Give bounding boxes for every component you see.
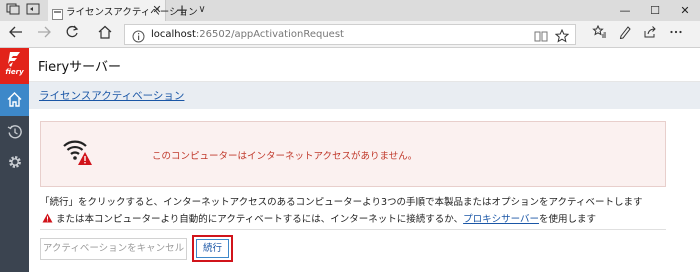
browser-tab[interactable]: ライセンスアクティベーション ✕ [48, 0, 198, 21]
back-arrow-icon[interactable] [6, 25, 26, 45]
pen-notes-icon[interactable] [615, 25, 635, 45]
address-bar[interactable]: localhost:26502/appActivationRequest [124, 24, 576, 45]
new-tab-button[interactable]: + [174, 1, 190, 19]
minimize-button[interactable]: — [610, 0, 640, 21]
divider [40, 229, 666, 230]
reading-view-icon[interactable] [534, 28, 548, 42]
alert-message: このコンピューターはインターネットアクセスがありません。 [152, 151, 418, 162]
proxy-instruction-text: または本コンピューターより自動的にアクティベートするには、インターネットに接続す… [42, 211, 596, 225]
proxy-server-link[interactable]: プロキシサーバー [463, 214, 539, 225]
url-text: localhost:26502/appActivationRequest [151, 29, 344, 40]
browser-nav-bar: localhost:26502/appActivationRequest [0, 21, 700, 48]
browser-tab-strip: ライセンスアクティベーション ✕ + ∨ — ☐ ✕ [0, 0, 700, 21]
forward-arrow-icon[interactable] [34, 25, 54, 45]
favorite-star-icon[interactable] [554, 28, 570, 43]
fiery-logo: fiery [0, 48, 29, 84]
close-window-button[interactable]: ✕ [670, 0, 700, 21]
history-icon [7, 125, 22, 139]
tab-actions-icon[interactable] [4, 3, 22, 18]
home-icon [7, 92, 22, 107]
proxy-text-before: または本コンピューターより自動的にアクティベートするには、インターネットに接続す… [56, 214, 464, 225]
refresh-icon[interactable] [62, 25, 82, 45]
wifi-warning-icon [63, 138, 93, 166]
breadcrumb: ライセンスアクティベーション [29, 82, 700, 109]
app-sidebar: fiery [0, 48, 29, 272]
maximize-button[interactable]: ☐ [640, 0, 670, 21]
proxy-text-after: を使用します [538, 214, 596, 225]
favorites-hub-icon[interactable] [589, 24, 609, 45]
sidebar-item-home[interactable] [0, 84, 29, 116]
page-title: Fieryサーバー [38, 60, 122, 75]
tab-close-icon[interactable]: ✕ [150, 3, 164, 17]
brand-name: fiery [5, 68, 24, 76]
cancel-activation-button[interactable]: アクティベーションをキャンセル [40, 238, 187, 260]
page-favicon-icon [52, 5, 63, 20]
more-options-icon[interactable] [666, 25, 686, 45]
no-internet-alert: このコンピューターはインターネットアクセスがありません。 [40, 121, 666, 187]
info-icon[interactable] [132, 28, 146, 43]
app-header: Fieryサーバー [29, 48, 700, 82]
instruction-text: 「続行」をクリックすると、インターネットアクセスのあるコンピューターより3つの手… [40, 197, 643, 208]
tab-list-chevron-icon[interactable]: ∨ [194, 2, 210, 18]
home-icon[interactable] [95, 25, 115, 45]
warning-icon [42, 213, 53, 223]
share-icon[interactable] [640, 25, 660, 45]
continue-button-highlight: 続行 [192, 235, 233, 262]
tabs-aside-icon[interactable] [24, 3, 42, 18]
sidebar-item-settings[interactable] [0, 148, 29, 176]
breadcrumb-link-license-activation[interactable]: ライセンスアクティベーション [39, 88, 184, 103]
sidebar-item-history[interactable] [0, 118, 29, 146]
continue-button[interactable]: 続行 [196, 239, 229, 258]
gear-icon [9, 156, 21, 168]
